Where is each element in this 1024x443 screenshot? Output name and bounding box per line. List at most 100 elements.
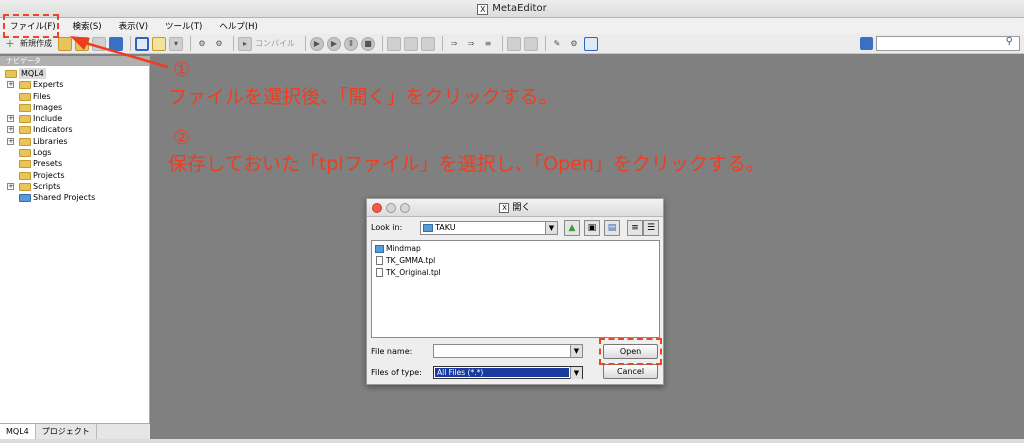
step-out-icon[interactable] <box>421 36 435 51</box>
tree-item-presets[interactable]: Presets <box>0 158 149 169</box>
desktop-icon[interactable]: ▣ <box>584 220 600 236</box>
tree-root-label: MQL4 <box>19 68 46 80</box>
settings-icon[interactable]: ⚙ <box>567 37 581 51</box>
file-name-input[interactable]: ▼ <box>433 344 583 358</box>
find-icon[interactable] <box>524 36 538 51</box>
step2-number: ② <box>173 127 191 149</box>
cancel-button[interactable]: Cancel <box>603 364 658 379</box>
stop-icon[interactable]: ■ <box>361 36 375 51</box>
tree-item-indicators[interactable]: + Indicators <box>0 124 149 135</box>
toolbar-separator <box>130 36 131 51</box>
menu-help[interactable]: ヘルプ(H) <box>219 20 258 32</box>
file-item[interactable]: TK_Original.tpl <box>375 267 656 279</box>
close-icon[interactable] <box>372 203 382 213</box>
file-name-label: File name: <box>371 347 413 356</box>
navigator-panel: ナビゲータ MQL4 + Experts Files Images + Includ… <box>0 56 150 439</box>
chart-window-icon[interactable] <box>584 36 598 51</box>
compile-button: コンパイル <box>255 39 295 48</box>
toolbar-separator <box>305 36 306 51</box>
minimize-icon[interactable] <box>386 203 396 213</box>
tab-project[interactable]: プロジェクト <box>36 424 97 439</box>
search-input[interactable] <box>876 36 1020 51</box>
expand-icon[interactable]: + <box>7 137 14 145</box>
start-icon[interactable]: ▶ <box>310 36 324 51</box>
folder-icon <box>375 245 384 253</box>
navigator-toggle-icon[interactable] <box>135 36 149 51</box>
indent-icon[interactable]: ⇒ <box>447 37 461 51</box>
tree-item-include[interactable]: + Include <box>0 113 149 124</box>
tree-root[interactable]: MQL4 <box>0 68 149 80</box>
details-view-icon[interactable]: ☰ <box>643 220 659 236</box>
file-list[interactable]: Mindmap TK_GMMA.tpl TK_Original.tpl <box>371 240 660 338</box>
tree-item-shared-projects[interactable]: Shared Projects <box>0 192 149 203</box>
tree-item-experts[interactable]: + Experts <box>0 79 149 90</box>
save-icon[interactable] <box>92 36 106 51</box>
outdent-icon[interactable]: ⇒ <box>464 37 478 51</box>
step-over-icon[interactable] <box>404 36 418 51</box>
menu-search[interactable]: 検索(S) <box>73 20 102 32</box>
pencil-icon[interactable]: ✎ <box>550 37 564 51</box>
toolbar-separator <box>502 36 503 51</box>
folder-icon <box>19 81 31 90</box>
toolbar-separator <box>545 36 546 51</box>
menu-tools[interactable]: ツール(T) <box>165 20 202 32</box>
step-into-icon[interactable] <box>387 36 401 51</box>
profile-icon[interactable]: ⚙ <box>212 37 226 51</box>
open-folder-icon[interactable] <box>58 36 72 51</box>
tree-item-images[interactable]: Images <box>0 102 149 113</box>
expand-icon[interactable]: + <box>7 182 14 190</box>
file-item-name: TK_Original.tpl <box>386 268 441 277</box>
chevron-down-icon[interactable]: ▼ <box>570 367 582 379</box>
toolbar-separator <box>382 36 383 51</box>
menu-view[interactable]: 表示(V) <box>119 20 148 32</box>
expand-icon[interactable]: + <box>7 81 14 89</box>
search-icon[interactable]: ⚲ <box>1006 36 1013 47</box>
expand-icon[interactable]: + <box>7 115 14 123</box>
file-type-select[interactable]: All Files (*.*) ▼ <box>433 366 583 379</box>
tree-item-label: Experts <box>33 80 64 90</box>
file-item-name: TK_GMMA.tpl <box>386 256 436 265</box>
x-app-icon: X <box>499 203 510 213</box>
debug-icon[interactable]: ⚙ <box>195 37 209 51</box>
file-item[interactable]: Mindmap <box>375 243 656 255</box>
pause-icon[interactable]: Ⅱ <box>344 36 358 51</box>
folder-icon[interactable] <box>75 36 89 51</box>
folder-icon <box>19 126 31 135</box>
window-titlebar: X MetaEditor <box>0 0 1024 18</box>
new-file-icon[interactable]: + <box>3 37 17 51</box>
list-view-icon[interactable]: ≡ <box>627 220 643 236</box>
expand-icon[interactable]: + <box>7 126 14 134</box>
tree-item-libraries[interactable]: + Libraries <box>0 136 149 147</box>
search-scope-icon[interactable] <box>860 37 873 50</box>
new-folder-icon[interactable]: ▤ <box>604 220 620 236</box>
up-folder-icon[interactable]: ▲ <box>564 220 580 236</box>
tree-item-projects[interactable]: Projects <box>0 170 149 181</box>
tab-mql4[interactable]: MQL4 <box>0 424 36 439</box>
file-menu-highlight <box>3 14 59 38</box>
look-in-label: Look in: <box>371 223 403 232</box>
look-in-select[interactable]: TAKU ▼ <box>420 221 558 235</box>
file-item[interactable]: TK_GMMA.tpl <box>375 255 656 267</box>
toolbox-toggle-icon[interactable] <box>152 36 166 51</box>
dialog-title: 開く <box>512 203 531 213</box>
step1-instruction: ファイルを選択後、「開く」をクリックする。 <box>168 86 558 108</box>
file-item-name: Mindmap <box>386 244 421 253</box>
save-all-icon[interactable] <box>109 36 123 51</box>
chevron-down-icon[interactable]: ▼ <box>570 345 582 357</box>
tree-item-scripts[interactable]: + Scripts <box>0 181 149 192</box>
cloud-folder-icon <box>19 194 31 203</box>
chevron-down-icon[interactable]: ▼ <box>545 222 557 234</box>
copy-icon[interactable] <box>507 36 521 51</box>
toolbar-separator <box>190 36 191 51</box>
comment-icon[interactable]: ≡ <box>481 37 495 51</box>
start-real-icon[interactable]: ▶ <box>327 36 341 51</box>
zoom-icon[interactable] <box>400 203 410 213</box>
file-icon <box>376 268 383 277</box>
open-dialog: X 開く Look in: TAKU ▼ ▲ ▣ ▤ ≡ ☰ Mindmap TK… <box>366 198 664 385</box>
tree-item-logs[interactable]: Logs <box>0 147 149 158</box>
status-bar <box>0 439 1024 443</box>
x-app-icon: X <box>477 4 489 15</box>
new-file-button[interactable]: 新規作成 <box>20 38 52 49</box>
tree-item-files[interactable]: Files <box>0 91 149 102</box>
template-icon[interactable]: ▾ <box>169 36 183 51</box>
